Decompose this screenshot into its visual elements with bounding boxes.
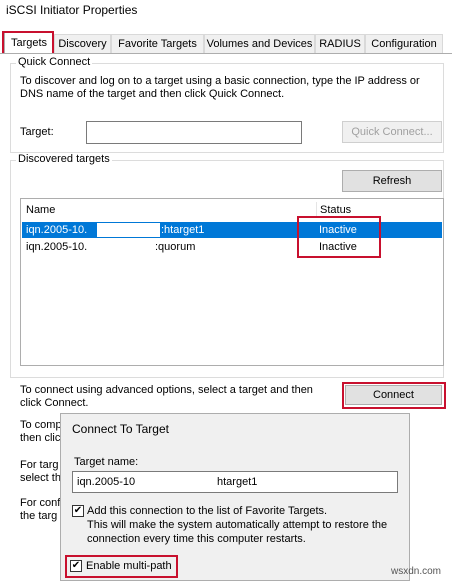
watermark: wsxdn.com bbox=[391, 566, 442, 577]
partial-text: To comp bbox=[20, 419, 62, 431]
favorite-note-line1: This will make the system automatically … bbox=[87, 519, 388, 531]
tab-radius[interactable]: RADIUS bbox=[315, 34, 365, 53]
target-name-suffix: :quorum bbox=[155, 241, 196, 253]
discovered-targets-group-label: Discovered targets bbox=[16, 153, 112, 165]
target-name-field[interactable]: iqn.2005-10 htarget1 bbox=[72, 471, 398, 493]
tab-favorite-targets[interactable]: Favorite Targets bbox=[111, 34, 204, 53]
check-icon: ✔ bbox=[73, 505, 83, 516]
status-highlight bbox=[297, 216, 381, 258]
target-name-prefix: iqn.2005-10. bbox=[26, 224, 88, 236]
quick-connect-description-line2: DNS name of the target and then click Qu… bbox=[20, 88, 285, 100]
connect-button-highlight bbox=[342, 382, 446, 409]
tab-volumes-and-devices[interactable]: Volumes and Devices bbox=[204, 34, 315, 53]
advanced-connect-text-line2: click Connect. bbox=[20, 397, 89, 409]
target-name-label: Target name: bbox=[74, 456, 139, 468]
target-input-value bbox=[87, 126, 91, 138]
dialog-title: Connect To Target bbox=[72, 422, 169, 436]
target-name-suffix: :htarget1 bbox=[161, 224, 205, 236]
target-name-suffix: htarget1 bbox=[217, 476, 258, 488]
favorite-checkbox[interactable]: ✔ bbox=[72, 505, 84, 517]
target-input[interactable] bbox=[86, 121, 302, 144]
redacted-block bbox=[144, 473, 216, 491]
favorite-checkbox-label: Add this connection to the list of Favor… bbox=[87, 505, 328, 517]
refresh-button[interactable]: Refresh bbox=[342, 170, 442, 192]
partial-text: For conf bbox=[20, 497, 61, 509]
quick-connect-description-line1: To discover and log on to a target using… bbox=[20, 75, 420, 87]
target-name-prefix: iqn.2005-10 bbox=[77, 476, 136, 488]
column-header-name[interactable]: Name bbox=[26, 202, 55, 218]
partial-text: For targ bbox=[20, 459, 59, 471]
partial-text: then clic bbox=[20, 432, 61, 444]
favorite-note-line2: connection every time this computer rest… bbox=[87, 533, 306, 545]
multipath-highlight bbox=[65, 555, 178, 578]
redacted-block bbox=[97, 223, 160, 237]
tab-strip: Targets Discovery Favorite Targets Volum… bbox=[0, 31, 452, 53]
target-label: Target: bbox=[20, 126, 54, 138]
redacted-block bbox=[94, 240, 156, 254]
target-name-prefix: iqn.2005-10. bbox=[26, 241, 88, 253]
tab-discovery[interactable]: Discovery bbox=[54, 34, 111, 53]
partial-text: select th bbox=[20, 472, 61, 484]
quick-connect-group-label: Quick Connect bbox=[16, 56, 93, 68]
advanced-connect-text-line1: To connect using advanced options, selec… bbox=[20, 384, 313, 396]
partial-text: the targ bbox=[20, 510, 58, 522]
window-title: iSCSI Initiator Properties bbox=[6, 3, 138, 17]
quick-connect-button[interactable]: Quick Connect... bbox=[342, 121, 442, 143]
tab-configuration[interactable]: Configuration bbox=[365, 34, 443, 53]
